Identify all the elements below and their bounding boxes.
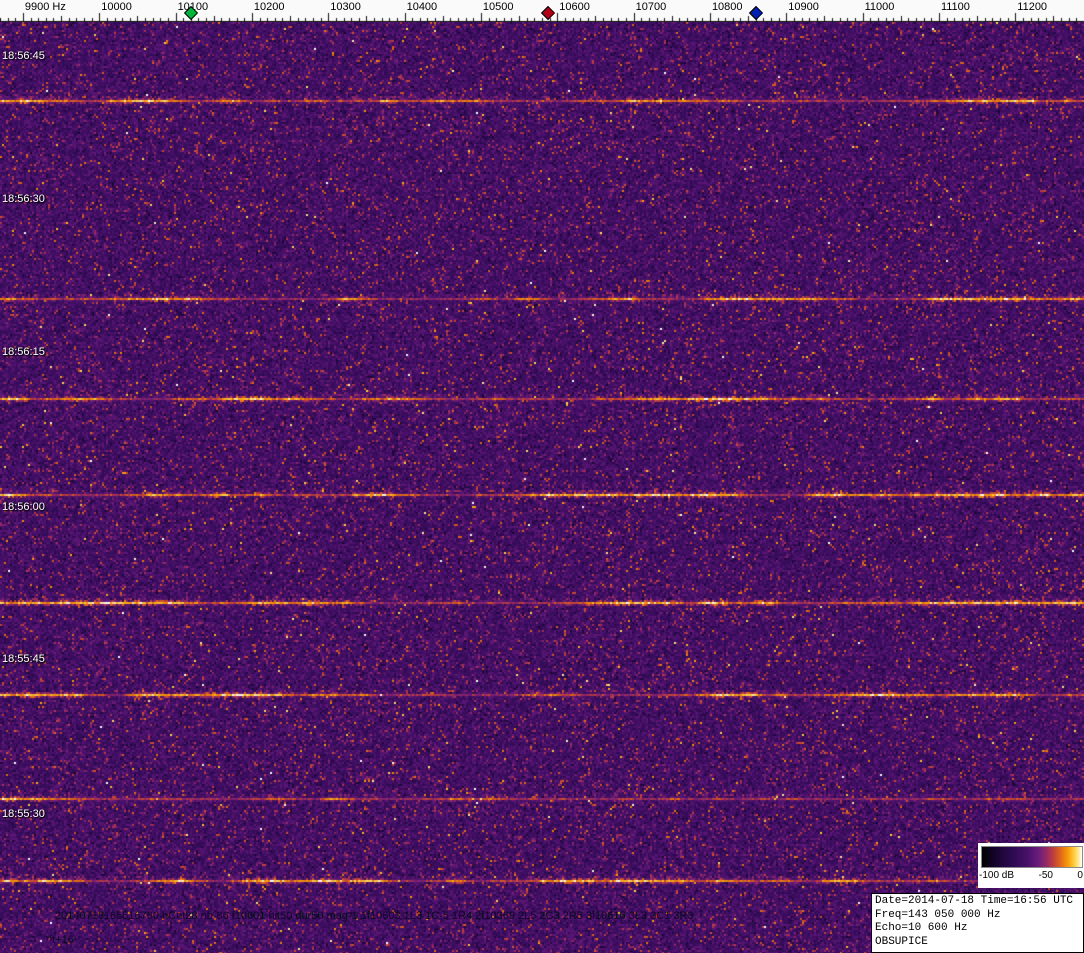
time-tick-label: 18:56:15 [2,346,45,358]
frequency-tick-label: 10600 [559,1,590,13]
frequency-tick-label: 10800 [711,1,743,13]
spectrogram-canvas [0,22,1084,953]
observation-info-box: Date=2014-07-18 Time=16:56 UTC Freq=143 … [871,893,1084,953]
time-tick-label: 18:55:45 [2,653,45,665]
frequency-tick-label: 11000 [864,1,895,13]
frequency-tick-label: 10700 [635,1,667,13]
frequency-tick-label: 10900 [788,1,819,13]
event-status-text: 20140718165516760 hCnt28 nb-86 f10601 hi… [55,910,694,922]
legend-max-label: 0 [1077,870,1083,881]
frequency-tick-label: 10200 [253,1,285,13]
info-date-time: Date=2014-07-18 Time=16:56 UTC [875,895,1074,907]
frequency-tick-label: 10300 [330,1,361,13]
info-frequency: Freq=143 050 000 Hz [875,908,1001,921]
time-tick-label: 18:56:30 [2,193,45,205]
frequency-tick-label: 11100 [940,1,970,13]
time-tick-label: 18:56:00 [2,501,45,513]
time-tick-label: 18:55:30 [2,808,45,820]
db-color-scale: -100 dB -50 0 [978,843,1084,888]
info-echo-frequency: Echo=10 600 Hz [875,922,968,934]
frequency-tick-label: 10400 [406,1,438,13]
cursor-status-text: ^t+16 [47,934,74,946]
spectrogram-window: 9900 Hz100001010010200103001040010500106… [0,0,1084,953]
frequency-tick-label: 9900 Hz [24,1,66,13]
frequency-ruler: 9900 Hz100001010010200103001040010500106… [0,0,1084,22]
legend-min-label: -100 dB [979,870,1015,881]
info-station-name: OBSUPICE [875,935,928,948]
db-scale-labels: -100 dB -50 0 [979,870,1083,881]
frequency-tick-label: 10500 [482,1,514,13]
frequency-tick-label: 10000 [101,1,132,13]
color-gradient-bar [981,846,1083,868]
frequency-tick-label: 11200 [1017,1,1048,13]
time-tick-label: 18:56:45 [2,50,45,62]
legend-mid-label: -50 [1038,870,1053,881]
